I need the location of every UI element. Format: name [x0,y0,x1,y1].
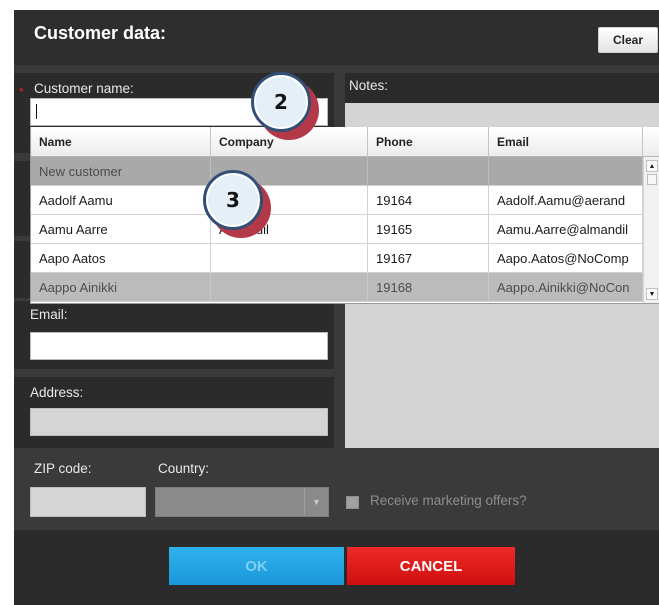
column-header-name[interactable]: Name [31,127,211,157]
email-label: Email: [30,307,68,322]
scroll-up-icon[interactable]: ▲ [646,160,658,172]
cell-name: Aadolf Aamu [31,186,211,215]
table-row[interactable]: Aapo Aatos 19167 Aapo.Aatos@NoComp [31,244,643,273]
callout-number: 2 [251,72,311,132]
customer-data-dialog: Customer data: Clear ● Customer name: Em… [14,10,659,605]
callout-3: 3 [203,170,275,242]
country-select[interactable]: ▼ [155,487,329,517]
email-input[interactable] [30,332,328,360]
cell-email: Aamu.Aarre@almandil [489,215,643,244]
dropdown-scrollbar[interactable]: ▲ ▼ [643,157,659,303]
dropdown-header: Name Company Phone Email [31,127,659,157]
cell-phone: 19164 [368,186,489,215]
required-marker: ● [19,85,24,94]
address-input[interactable] [30,408,328,436]
marketing-checkbox[interactable] [346,496,359,509]
notes-header: Notes: [345,73,659,103]
text-caret [36,104,37,119]
cell-company [211,273,368,302]
cancel-button[interactable]: CANCEL [347,547,515,585]
marketing-label: Receive marketing offers? [370,493,527,508]
callout-number: 3 [203,170,263,230]
country-label: Country: [158,461,210,476]
dialog-header: Customer data: Clear [14,10,659,65]
chevron-down-icon: ▼ [304,488,328,516]
column-header-phone[interactable]: Phone [368,127,489,157]
ok-button[interactable]: OK [169,547,344,585]
cell-email: Aapo.Aatos@NoComp [489,244,643,273]
cell-email [489,157,643,186]
table-row[interactable]: Aadolf Aamu 19164 Aadolf.Aamu@aerand [31,186,643,215]
column-header-email[interactable]: Email [489,127,643,157]
customer-dropdown: Name Company Phone Email New customer Aa… [30,127,659,304]
notes-label: Notes: [349,78,389,93]
address-label: Address: [30,385,84,400]
cell-phone: 19167 [368,244,489,273]
customer-name-label: Customer name: [34,81,134,96]
scroll-down-icon[interactable]: ▼ [646,288,658,300]
clear-button[interactable]: Clear [598,27,658,53]
zip-input[interactable] [30,487,146,517]
table-row-selected[interactable]: Aappo Ainikki 19168 Aappo.Ainikki@NoCon [31,273,643,302]
table-row[interactable]: New customer [31,157,643,186]
cell-name: Aappo Ainikki [31,273,211,302]
cell-name: Aapo Aatos [31,244,211,273]
callout-2: 2 [251,72,323,144]
cell-phone: 19165 [368,215,489,244]
cell-phone [368,157,489,186]
cell-email: Aappo.Ainikki@NoCon [489,273,643,302]
cell-phone: 19168 [368,273,489,302]
zip-label: ZIP code: [34,461,92,476]
table-row[interactable]: Aamu Aarre Almandil 19165 Aamu.Aarre@alm… [31,215,643,244]
cell-name: Aamu Aarre [31,215,211,244]
dialog-title: Customer data: [34,23,167,43]
cell-name: New customer [31,157,211,186]
cell-company [211,244,368,273]
cell-email: Aadolf.Aamu@aerand [489,186,643,215]
scroll-thumb[interactable] [647,174,657,185]
